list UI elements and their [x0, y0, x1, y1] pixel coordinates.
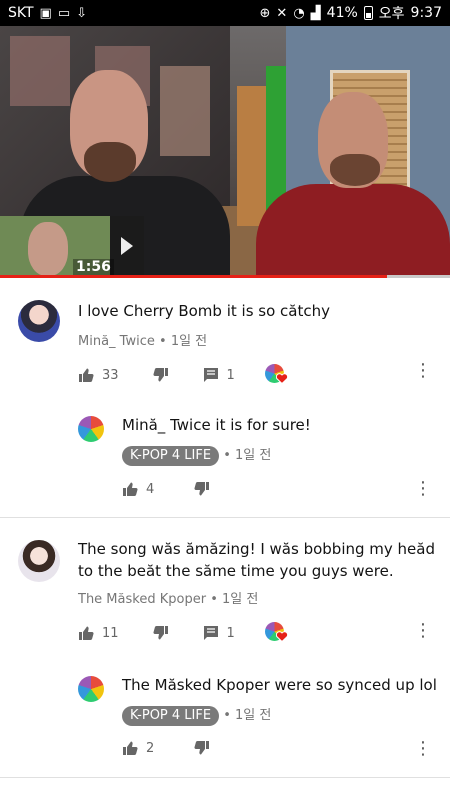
- like-button[interactable]: 2: [122, 740, 154, 756]
- comment-author[interactable]: Mină_ Twice: [78, 334, 155, 349]
- reply-button[interactable]: 1: [203, 625, 235, 641]
- divider: [0, 777, 450, 778]
- meta-separator: •: [223, 448, 231, 463]
- like-count: 33: [102, 367, 119, 383]
- avatar[interactable]: [78, 416, 104, 442]
- person-right-beard: [330, 154, 380, 186]
- avatar[interactable]: [78, 676, 104, 702]
- creator-heart: [264, 364, 289, 386]
- comment-meta: K-POP 4 LIFE • 1일 전: [122, 704, 271, 726]
- reply-comment: The Măsked Kpoper were so synced up lol …: [0, 656, 450, 774]
- reply-icon: [203, 626, 218, 640]
- comment-actions: 33 1: [78, 364, 289, 386]
- comment-age: 1일 전: [235, 708, 272, 723]
- dislike-button[interactable]: [194, 481, 210, 497]
- dislike-button[interactable]: [153, 625, 169, 641]
- notification-icon: ▣: [39, 5, 52, 21]
- like-icon: [79, 626, 94, 640]
- reply-icon: [203, 368, 218, 382]
- wifi-icon: ◔: [293, 5, 305, 21]
- more-icon[interactable]: ⋮: [414, 362, 432, 380]
- like-icon: [123, 482, 138, 496]
- dislike-button[interactable]: [153, 367, 169, 383]
- comment-thread: The song wăs ămăzing! I wăs bobbing my h…: [0, 518, 450, 656]
- sync-icon: ⊕: [259, 5, 271, 21]
- like-count: 2: [146, 740, 155, 756]
- reply-comment: Mină_ Twice it is for sure! K-POP 4 LIFE…: [0, 398, 450, 516]
- avatar[interactable]: [18, 540, 60, 582]
- like-icon: [123, 741, 138, 755]
- comment-actions: 11 1: [78, 622, 289, 644]
- comment-text: Mină_ Twice it is for sure!: [122, 416, 311, 434]
- meta-separator: •: [159, 334, 167, 349]
- battery-percent: 41%: [326, 5, 358, 21]
- elapsed-time: 1:56: [73, 259, 114, 275]
- signal-icon: ▟: [310, 5, 321, 21]
- play-icon[interactable]: [121, 237, 133, 255]
- status-bar: SKT ▣ ▭ ⇩ ⊕ ✕ ◔ ▟ 41% 오후 9:37: [0, 0, 450, 26]
- comment-age: 1일 전: [235, 448, 272, 463]
- comment-actions: 4: [122, 481, 210, 497]
- dislike-icon: [194, 482, 210, 496]
- time-prefix: 오후: [378, 6, 405, 22]
- comment-author[interactable]: The Măsked Kpoper: [78, 592, 206, 607]
- dislike-button[interactable]: [194, 740, 210, 756]
- like-button[interactable]: 33: [78, 367, 119, 383]
- thumbnail-person: [28, 222, 68, 276]
- comment-meta: The Măsked Kpoper • 1일 전: [78, 588, 258, 607]
- comment-actions: 2: [122, 740, 210, 756]
- carrier-label: SKT: [8, 5, 34, 21]
- dislike-icon: [194, 741, 210, 755]
- comment-text-line-2: to the beăt the săme time you guys were.: [78, 562, 394, 580]
- like-count: 11: [102, 625, 119, 641]
- gallery-icon: ▭: [57, 5, 71, 21]
- author-tag[interactable]: K-POP 4 LIFE: [122, 706, 220, 726]
- person-right-body: [256, 184, 450, 278]
- creator-heart: [264, 622, 289, 644]
- creator-heart-icon: [275, 631, 288, 642]
- comment-text: The Măsked Kpoper were so synced up lol: [122, 676, 437, 694]
- author-tag[interactable]: K-POP 4 LIFE: [122, 446, 220, 466]
- mute-icon: ✕: [276, 5, 288, 21]
- meta-separator: •: [210, 592, 218, 607]
- dislike-icon: [153, 368, 168, 382]
- like-count: 4: [146, 481, 155, 497]
- more-icon[interactable]: ⋮: [414, 740, 432, 758]
- like-button[interactable]: 4: [122, 481, 154, 497]
- reply-count: 1: [226, 625, 235, 641]
- reply-button[interactable]: 1: [203, 367, 235, 383]
- poster: [10, 36, 70, 106]
- reply-count: 1: [226, 367, 235, 383]
- poster: [160, 66, 210, 156]
- comment-thread: I love Cherry Bomb it is so cătchy Mină_…: [0, 278, 450, 398]
- comment-meta: K-POP 4 LIFE • 1일 전: [122, 444, 271, 466]
- dislike-icon: [153, 626, 168, 640]
- comment-age: 1일 전: [170, 334, 208, 349]
- more-icon[interactable]: ⋮: [414, 480, 432, 498]
- comment-text-line-1: The song wăs ămăzing! I wăs bobbing my h…: [78, 540, 435, 558]
- download-icon: ⇩: [76, 5, 88, 21]
- comment-age: 1일 전: [222, 592, 259, 607]
- avatar[interactable]: [18, 300, 60, 342]
- creator-heart-icon: [275, 373, 288, 384]
- comment-meta: Mină_ Twice • 1일 전: [78, 330, 207, 349]
- like-button[interactable]: 11: [78, 625, 119, 641]
- meta-separator: •: [223, 708, 231, 723]
- person-left-beard: [84, 142, 136, 182]
- like-icon: [79, 368, 94, 382]
- video-player[interactable]: 1:56: [0, 26, 450, 278]
- more-icon[interactable]: ⋮: [414, 622, 432, 640]
- battery-icon: [363, 6, 373, 20]
- clock: 9:37: [410, 5, 442, 21]
- comment-text: I love Cherry Bomb it is so cătchy: [78, 302, 330, 320]
